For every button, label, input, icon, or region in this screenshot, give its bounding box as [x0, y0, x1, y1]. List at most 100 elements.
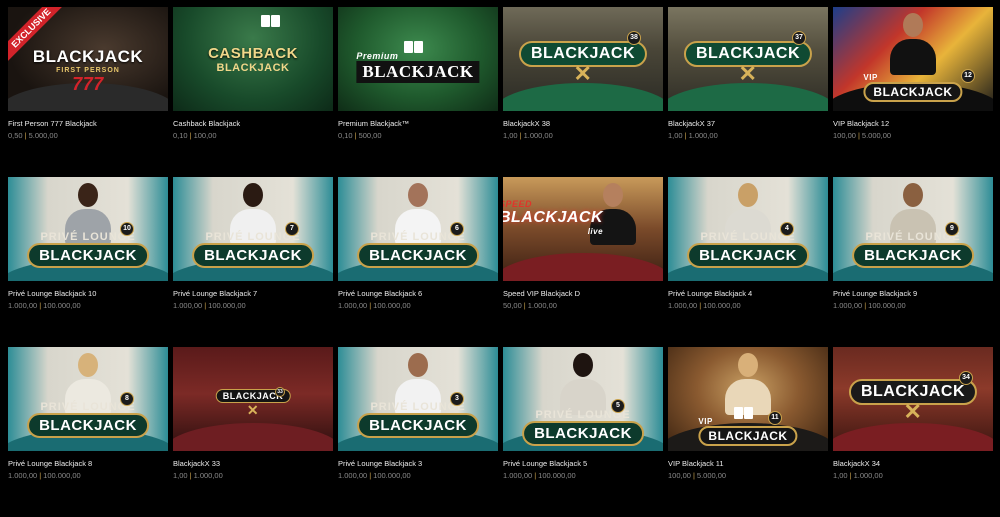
bet-max: 500,00	[358, 131, 382, 140]
bet-min: 50,00	[503, 301, 522, 310]
bet-max: 100.000,00	[703, 301, 741, 310]
bet-limits: 1,00 | 1.000,00	[668, 131, 828, 140]
game-card[interactable]: PRIVÉ LOUNGE BLACKJACK 10 Privé Lounge B…	[8, 177, 168, 347]
game-thumbnail[interactable]: PRIVÉ LOUNGE BLACKJACK 8	[8, 347, 168, 451]
game-card[interactable]: VIP BLACKJACK 12 VIP Blackjack 12 100,00…	[833, 7, 993, 177]
game-title[interactable]: Speed VIP Blackjack D	[503, 289, 663, 299]
table-number-badge: 34	[959, 371, 973, 385]
bet-limits: 1.000,00 | 100.000,00	[173, 301, 333, 310]
game-thumbnail[interactable]: PRIVÉ LOUNGE BLACKJACK 6	[338, 177, 498, 281]
game-thumbnail[interactable]: BLACKJACK ✕ 38	[503, 7, 663, 111]
logo-text: BLACKJACK	[687, 243, 809, 268]
game-card[interactable]: SPEED BLACKJACK live Speed VIP Blackjack…	[503, 177, 663, 347]
game-card[interactable]: PRIVÉ LOUNGE BLACKJACK 6 Privé Lounge Bl…	[338, 177, 498, 347]
bet-max: 5.000,00	[861, 131, 892, 140]
table-number-badge: 4	[780, 222, 794, 236]
game-title[interactable]: BlackjackX 37	[668, 119, 828, 129]
game-card[interactable]: PRIVÉ LOUNGE BLACKJACK 9 Privé Lounge Bl…	[833, 177, 993, 347]
logo-text: CASHBACK	[208, 45, 298, 62]
game-title[interactable]: Privé Lounge Blackjack 3	[338, 459, 498, 469]
game-thumbnail[interactable]: BLACKJACK FIRST PERSON 777 EXCLUSIVE	[8, 7, 168, 111]
x-icon: ✕	[903, 399, 923, 424]
game-thumbnail[interactable]: Premium BLACKJACK	[338, 7, 498, 111]
game-thumbnail[interactable]: BLACKJACK ✕ 34	[833, 347, 993, 451]
game-title[interactable]: Privé Lounge Blackjack 4	[668, 289, 828, 299]
game-title[interactable]: VIP Blackjack 11	[668, 459, 828, 469]
table-number-badge: 38	[627, 31, 641, 45]
game-title[interactable]: Cashback Blackjack	[173, 119, 333, 129]
game-title[interactable]: Privé Lounge Blackjack 6	[338, 289, 498, 299]
game-card[interactable]: PRIVÉ LOUNGE BLACKJACK 8 Privé Lounge Bl…	[8, 347, 168, 517]
game-thumbnail[interactable]: PRIVÉ LOUNGE BLACKJACK 4	[668, 177, 828, 281]
bet-min: 1.000,00	[833, 301, 863, 310]
table-number-badge: 5	[611, 399, 625, 413]
logo-vip: VIP	[863, 73, 878, 82]
game-card[interactable]: PRIVÉ LOUNGE BLACKJACK 5 Privé Lounge Bl…	[503, 347, 663, 517]
bet-max: 100.000,00	[868, 301, 906, 310]
game-title[interactable]: Privé Lounge Blackjack 10	[8, 289, 168, 299]
game-card[interactable]: BLACKJACK ✕ 37 BlackjackX 37 1,00 | 1.000,…	[668, 7, 828, 177]
game-title[interactable]: Premium Blackjack™	[338, 119, 498, 129]
bet-min: 1,00	[833, 471, 848, 480]
bet-max: 100.000,00	[538, 471, 576, 480]
game-title[interactable]: Privé Lounge Blackjack 9	[833, 289, 993, 299]
game-title[interactable]: BlackjackX 34	[833, 459, 993, 469]
game-title[interactable]: VIP Blackjack 12	[833, 119, 993, 129]
game-thumbnail[interactable]: PRIVÉ LOUNGE BLACKJACK 5	[503, 347, 663, 451]
game-title[interactable]: BlackjackX 38	[503, 119, 663, 129]
game-card[interactable]: BLACKJACK ✕ 34 BlackjackX 34 1,00 | 1.000,…	[833, 347, 993, 517]
bet-limits: 1,00 | 1.000,00	[503, 131, 663, 140]
game-thumbnail[interactable]: PRIVÉ LOUNGE BLACKJACK 3	[338, 347, 498, 451]
game-card[interactable]: PRIVÉ LOUNGE BLACKJACK 4 Privé Lounge Bl…	[668, 177, 828, 347]
game-thumbnail[interactable]: VIP BLACKJACK 11	[668, 347, 828, 451]
game-thumbnail[interactable]: BLACKJACK ✕ 37	[668, 7, 828, 111]
bet-max: 1.000,00	[523, 131, 553, 140]
game-title[interactable]: Privé Lounge Blackjack 7	[173, 289, 333, 299]
bet-limits: 1.000,00 | 100.000,00	[8, 471, 168, 480]
table-number-badge: 9	[945, 222, 959, 236]
game-thumbnail[interactable]: PRIVÉ LOUNGE BLACKJACK 7	[173, 177, 333, 281]
logo-777: 777	[72, 74, 104, 94]
game-card[interactable]: CASHBACK BLACKJACK Cashback Blackjack 0,…	[173, 7, 333, 177]
game-title[interactable]: First Person 777 Blackjack	[8, 119, 168, 129]
playing-cards-icon	[261, 15, 280, 27]
game-thumbnail[interactable]: PRIVÉ LOUNGE BLACKJACK 10	[8, 177, 168, 281]
game-thumbnail[interactable]: CASHBACK BLACKJACK	[173, 7, 333, 111]
x-icon: ✕	[246, 402, 260, 418]
logo-text: BLACKJACK	[503, 209, 604, 226]
game-thumbnail[interactable]: PRIVÉ LOUNGE BLACKJACK 9	[833, 177, 993, 281]
game-title[interactable]: BlackjackX 33	[173, 459, 333, 469]
table-number-badge: 10	[120, 222, 134, 236]
bet-min: 1.000,00	[668, 301, 698, 310]
bet-max: 100.000,00	[43, 471, 81, 480]
game-card[interactable]: BLACKJACK FIRST PERSON 777 EXCLUSIVE Fir…	[8, 7, 168, 177]
bet-min: 100,00	[833, 131, 856, 140]
game-card[interactable]: VIP BLACKJACK 11 VIP Blackjack 11 100,00…	[668, 347, 828, 517]
table-number-badge: 6	[450, 222, 464, 236]
bet-max: 100,00	[193, 131, 217, 140]
bet-min: 1.000,00	[338, 301, 368, 310]
bet-max: 1.000,00	[193, 471, 223, 480]
game-title[interactable]: Privé Lounge Blackjack 5	[503, 459, 663, 469]
game-card[interactable]: BLACKJACK ✕ 38 BlackjackX 38 1,00 | 1.000,…	[503, 7, 663, 177]
table-number-badge: 7	[285, 222, 299, 236]
logo-lounge: PRIVÉ LOUNGE	[535, 409, 631, 421]
game-thumbnail[interactable]: VIP BLACKJACK 12	[833, 7, 993, 111]
logo-text: BLACKJACK	[27, 413, 149, 438]
bet-limits: 1.000,00 | 100.000,00	[668, 301, 828, 310]
game-card[interactable]: Premium BLACKJACK Premium Blackjack™ 0,1…	[338, 7, 498, 177]
bet-min: 1,00	[668, 131, 683, 140]
logo-text: BLACKJACK	[356, 61, 480, 83]
logo-text: BLACKJACK	[27, 243, 149, 268]
game-card[interactable]: PRIVÉ LOUNGE BLACKJACK 7 Privé Lounge Bl…	[173, 177, 333, 347]
game-card[interactable]: BLACKJACK ✕ 33 BlackjackX 33 1,00 | 1.000,…	[173, 347, 333, 517]
game-title[interactable]: Privé Lounge Blackjack 8	[8, 459, 168, 469]
bet-max: 1.000,00	[527, 301, 557, 310]
logo-text: BLACKJACK	[32, 47, 144, 66]
bet-limits: 50,00 | 1.000,00	[503, 301, 663, 310]
game-thumbnail[interactable]: SPEED BLACKJACK live	[503, 177, 663, 281]
dealer-avatar	[890, 13, 936, 75]
game-thumbnail[interactable]: BLACKJACK ✕ 33	[173, 347, 333, 451]
game-card[interactable]: PRIVÉ LOUNGE BLACKJACK 3 Privé Lounge Bl…	[338, 347, 498, 517]
logo-text: BLACKJACK	[852, 243, 974, 268]
